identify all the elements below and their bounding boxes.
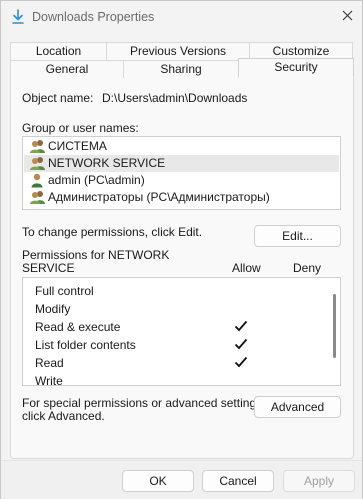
permission-name: Write: [35, 374, 63, 386]
user-icon: [29, 173, 46, 188]
tab-row-front: General Sharing Security: [10, 58, 354, 78]
download-arrow-icon: [11, 9, 25, 25]
group-user-names-label: Group or user names:: [22, 121, 139, 135]
permission-row: Write: [23, 372, 328, 386]
object-name-label: Object name:: [22, 91, 94, 105]
allow-check-icon: [234, 355, 248, 369]
deny-column-header: Deny: [293, 261, 322, 275]
permission-row: Read & execute: [23, 318, 328, 336]
permission-name: List folder contents: [35, 338, 136, 352]
permission-row: Full control: [23, 282, 328, 300]
advanced-hint-line1: For special permissions or advanced sett…: [22, 396, 266, 410]
permission-name: Read & execute: [35, 320, 121, 334]
users-list[interactable]: СИСТЕМА NETWORK SERVICE admin (PC\admin): [22, 136, 341, 210]
users-group-icon: [29, 190, 46, 205]
apply-button[interactable]: Apply: [283, 470, 355, 492]
user-name: admin (PC\admin): [48, 173, 145, 187]
allow-column-header: Allow: [232, 261, 261, 275]
change-permissions-hint: To change permissions, click Edit.: [22, 225, 203, 239]
advanced-hint-line2: click Advanced.: [22, 409, 105, 423]
user-name: NETWORK SERVICE: [48, 156, 166, 170]
list-item[interactable]: admin (PC\admin): [24, 172, 339, 189]
permission-row: Modify: [23, 300, 328, 318]
object-name-value: D:\Users\admin\Downloads: [102, 91, 248, 105]
ok-button[interactable]: OK: [122, 470, 194, 492]
users-group-icon: [29, 139, 46, 154]
window-title: Downloads Properties: [32, 10, 155, 24]
title-bar[interactable]: Downloads Properties: [1, 1, 362, 33]
permission-name: Read: [35, 356, 64, 370]
properties-dialog: Downloads Properties Location Previous V…: [0, 0, 363, 499]
tab-security[interactable]: Security: [238, 58, 354, 78]
close-icon: [342, 10, 353, 24]
tab-label: General: [45, 62, 89, 76]
tab-label: Sharing: [160, 62, 202, 76]
permissions-scrollbar[interactable]: [333, 294, 336, 358]
list-item[interactable]: NETWORK SERVICE: [24, 155, 339, 172]
user-name: Администраторы (PC\Администраторы): [48, 190, 270, 204]
tab-general[interactable]: General: [10, 60, 124, 78]
allow-check-icon: [234, 319, 248, 333]
tab-label: Location: [35, 44, 82, 58]
list-item[interactable]: СИСТЕМА: [24, 138, 339, 155]
tab-label: Previous Versions: [129, 44, 227, 58]
permission-row: List folder contents: [23, 336, 328, 354]
users-group-icon: [29, 156, 46, 171]
permission-row: Read: [23, 354, 328, 372]
permission-name: Modify: [35, 302, 71, 316]
permissions-for-principal: SERVICE: [22, 261, 75, 275]
permissions-for-label: Permissions for NETWORK: [22, 248, 170, 262]
permission-name: Full control: [35, 284, 94, 298]
user-name: СИСТЕМА: [48, 139, 107, 153]
cancel-button[interactable]: Cancel: [202, 470, 274, 492]
list-item[interactable]: Администраторы (PC\Администраторы): [24, 189, 339, 206]
tab-sharing[interactable]: Sharing: [123, 60, 239, 78]
close-button[interactable]: [336, 6, 358, 28]
edit-button[interactable]: Edit...: [254, 225, 341, 247]
advanced-button[interactable]: Advanced: [254, 396, 341, 418]
tab-label: Security: [274, 60, 318, 74]
allow-check-icon: [234, 337, 248, 351]
permissions-list[interactable]: Full control Modify Read & execute List …: [22, 277, 341, 386]
tab-location[interactable]: Location: [10, 42, 107, 60]
tab-label: Customize: [272, 44, 330, 58]
tab-previous-versions[interactable]: Previous Versions: [106, 42, 250, 60]
